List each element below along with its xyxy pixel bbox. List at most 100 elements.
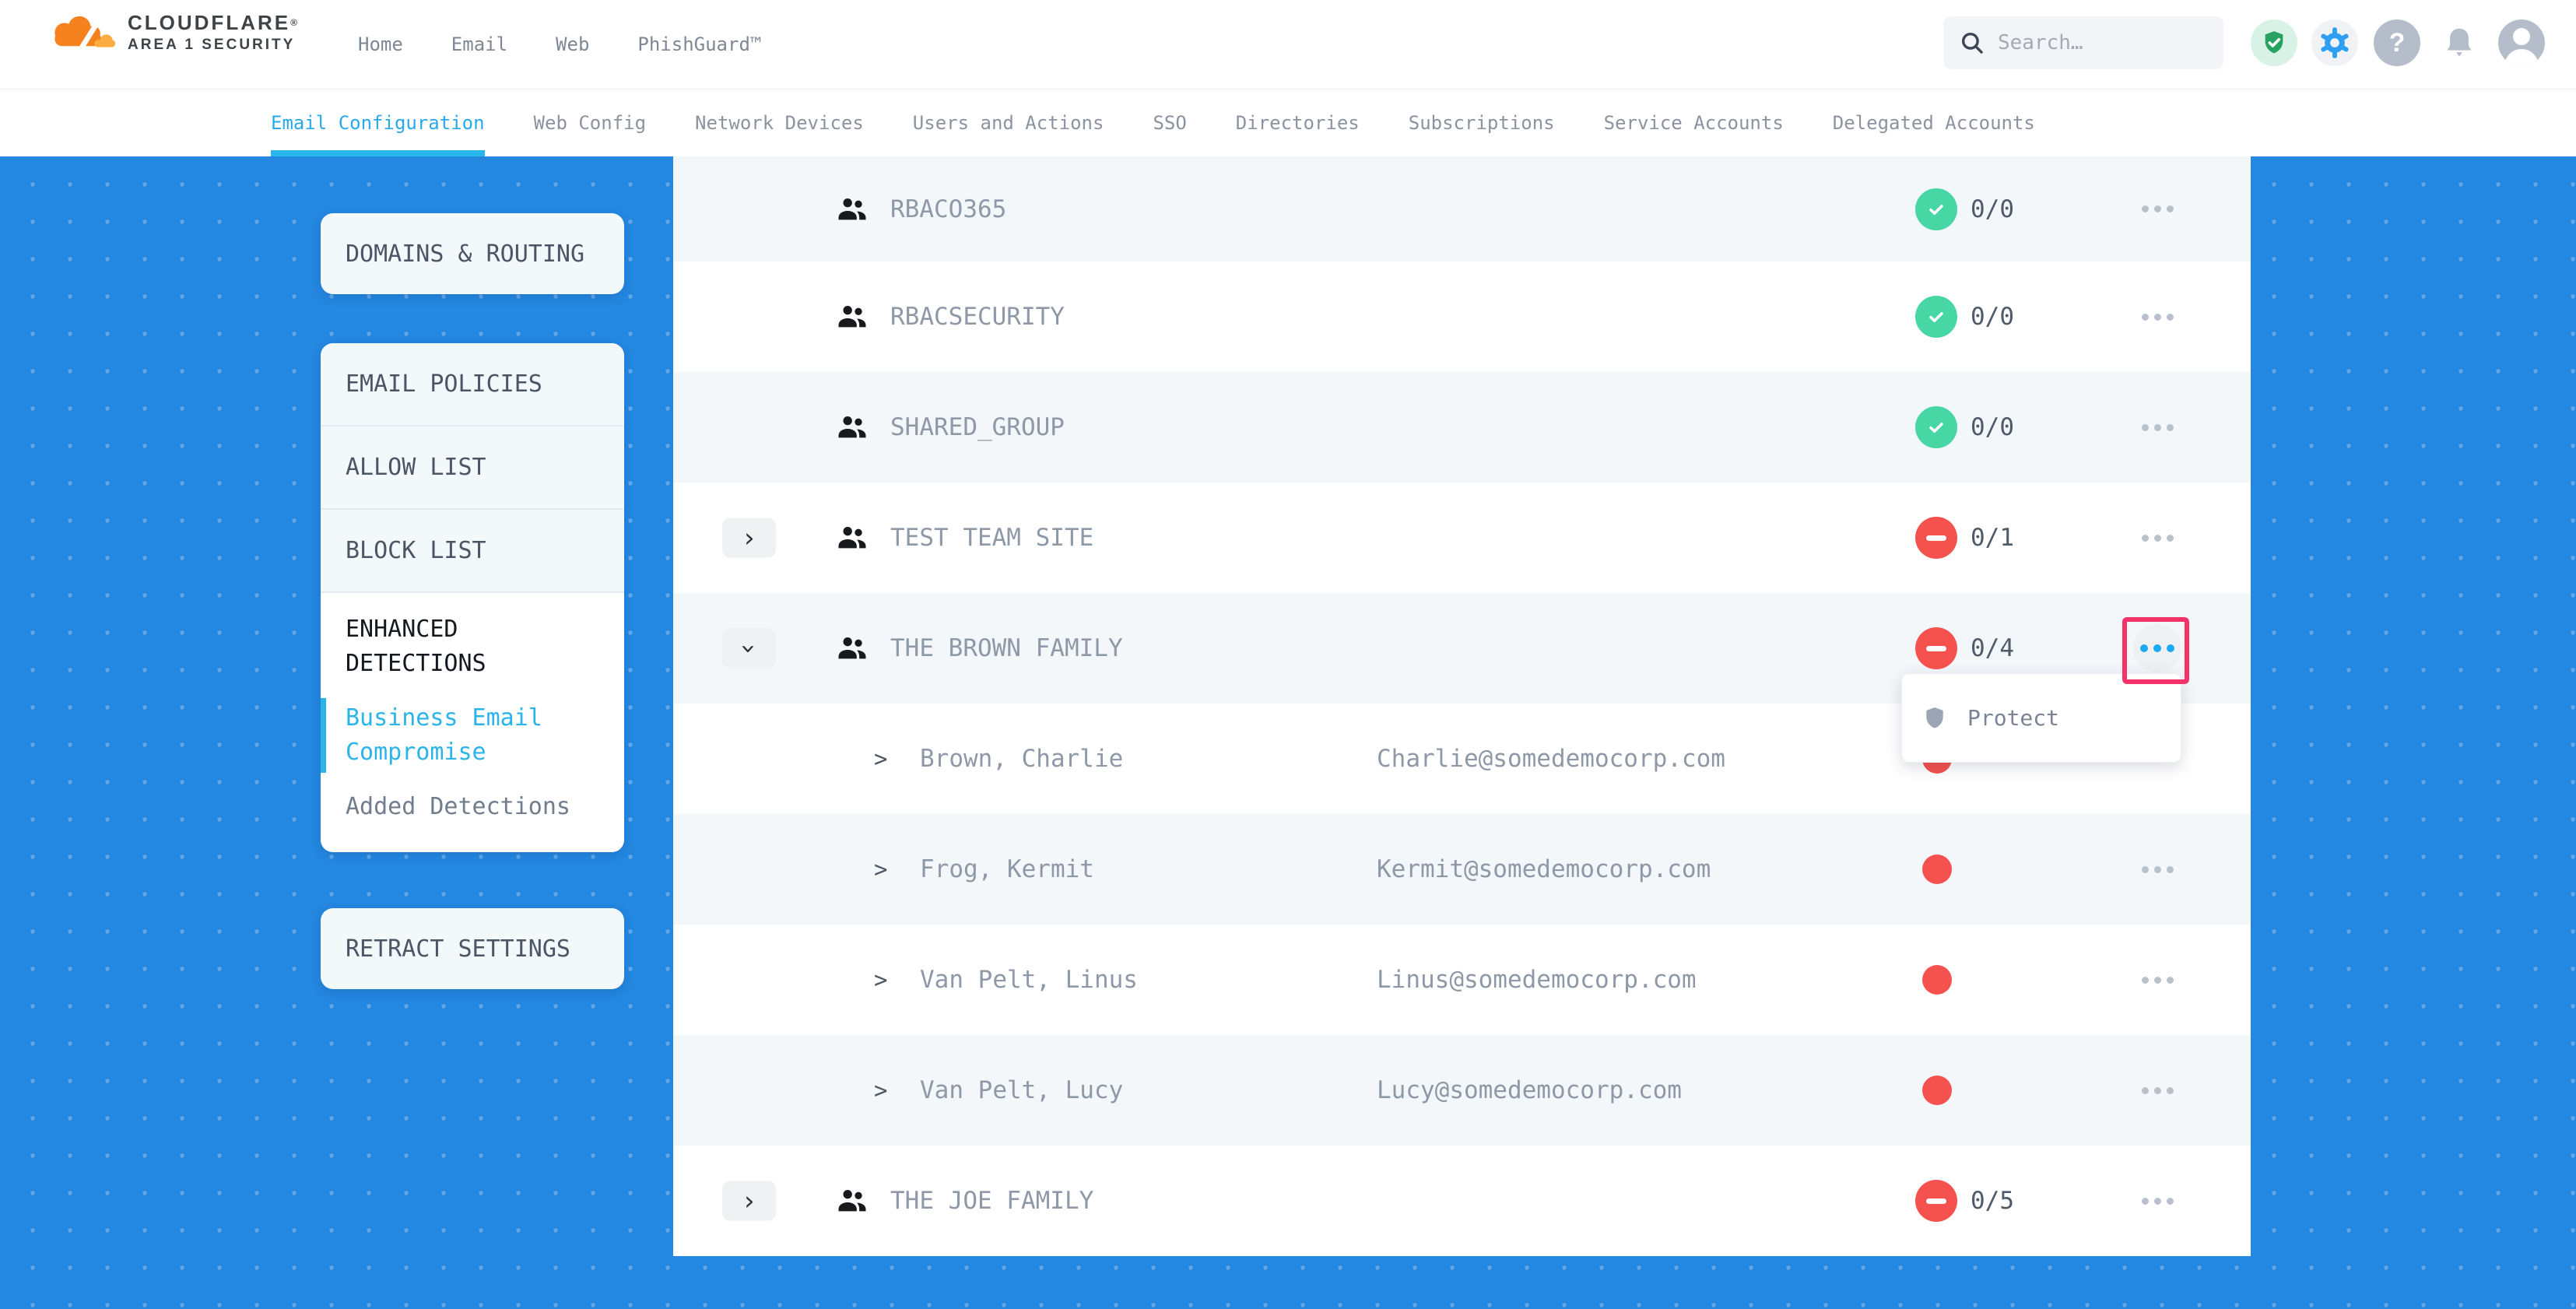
sidebar-item-block-list[interactable]: BLOCK LIST — [321, 510, 624, 593]
help-icon[interactable]: ? — [2374, 19, 2420, 66]
tab-sso[interactable]: SSO — [1153, 89, 1186, 156]
tab-service-accounts[interactable]: Service Accounts — [1604, 89, 1784, 156]
table-row: > Frog, Kermit Kermit@somedemocorp.com — [673, 814, 2251, 925]
member-name: Van Pelt, Linus — [920, 966, 1138, 994]
enhanced-detections-title: ENHANCED DETECTIONS — [346, 612, 588, 681]
group-name: RBACO365 — [890, 195, 1006, 223]
shield-check-icon[interactable] — [2251, 19, 2297, 66]
domains-routing-label: DOMAINS & ROUTING — [346, 240, 584, 268]
status-dot-unprotected — [1922, 855, 1952, 884]
chevron-right-icon[interactable]: > — [874, 856, 887, 883]
collapse-row-button[interactable]: › — [722, 629, 776, 669]
sidebar-item-added-detections[interactable]: Added Detections — [346, 790, 588, 824]
status-badge-unprotected — [1915, 517, 1957, 559]
chevron-right-icon[interactable]: > — [874, 967, 887, 993]
member-email: Kermit@somedemocorp.com — [1377, 855, 1711, 883]
group-name: SHARED_GROUP — [890, 413, 1065, 441]
retract-settings-label: RETRACT SETTINGS — [346, 935, 570, 963]
row-menu-button[interactable] — [2133, 956, 2181, 1004]
member-name: Frog, Kermit — [920, 855, 1094, 883]
allow-list-label: ALLOW LIST — [346, 454, 486, 481]
status-badge-protected — [1915, 296, 1957, 338]
logo-text: CLOUDFLARE® AREA 1 SECURITY — [128, 9, 300, 54]
table-row: RBACO365 0/0 — [673, 156, 2251, 261]
chevron-right-icon[interactable]: > — [874, 746, 887, 772]
sidebar-item-allow-list[interactable]: ALLOW LIST — [321, 426, 624, 510]
group-name: TEST TEAM SITE — [890, 524, 1093, 552]
group-icon — [837, 635, 868, 662]
chevron-right-icon: › — [741, 525, 756, 551]
group-name: RBACSECURITY — [890, 303, 1065, 331]
top-nav: Home Email Web PhishGuard™ — [358, 0, 761, 89]
status-badge-protected — [1915, 406, 1957, 448]
status-badge-unprotected — [1915, 627, 1957, 669]
row-menu-button[interactable] — [2133, 1066, 2181, 1114]
sidebar-policies-card: EMAIL POLICIES ALLOW LIST BLOCK LIST ENH… — [321, 343, 624, 852]
nav-link-web[interactable]: Web — [556, 33, 589, 55]
tab-subscriptions[interactable]: Subscriptions — [1409, 89, 1555, 156]
group-icon — [837, 1188, 868, 1214]
brand-name: CLOUDFLARE — [128, 11, 290, 34]
tab-delegated-accounts[interactable]: Delegated Accounts — [1833, 89, 2035, 156]
table-row: > Van Pelt, Lucy Lucy@somedemocorp.com — [673, 1035, 2251, 1146]
highlight-box — [2122, 617, 2189, 684]
sidebar-item-domains-routing[interactable]: DOMAINS & ROUTING — [321, 213, 624, 294]
row-menu-button[interactable] — [2133, 403, 2181, 451]
nav-link-home[interactable]: Home — [358, 33, 403, 55]
tab-users-and-actions[interactable]: Users and Actions — [913, 89, 1104, 156]
tab-email-configuration[interactable]: Email Configuration — [271, 89, 485, 156]
nav-link-email[interactable]: Email — [451, 33, 507, 55]
sidebar-item-email-policies[interactable]: EMAIL POLICIES — [321, 343, 624, 426]
row-menu-button[interactable] — [2133, 293, 2181, 341]
tab-web-config[interactable]: Web Config — [534, 89, 647, 156]
cloudflare-cloud-icon — [44, 12, 118, 52]
member-count: 0/0 — [1971, 413, 2014, 441]
table-row: › TEST TEAM SITE 0/1 — [673, 483, 2251, 593]
account-icon[interactable] — [2498, 19, 2545, 66]
minus-icon — [1926, 535, 1946, 541]
member-name: Van Pelt, Lucy — [920, 1076, 1123, 1104]
sidebar-item-retract-settings[interactable]: RETRACT SETTINGS — [321, 908, 624, 989]
group-icon — [837, 414, 868, 440]
row-menu-button[interactable] — [2133, 514, 2181, 562]
row-menu-button[interactable] — [2133, 185, 2181, 233]
bell-icon[interactable] — [2436, 19, 2483, 66]
status-dot-unprotected — [1922, 1076, 1952, 1105]
menu-item-protect[interactable]: Protect — [1967, 705, 2059, 731]
tab-network-devices[interactable]: Network Devices — [695, 89, 864, 156]
gear-icon[interactable] — [2311, 19, 2358, 66]
member-name: Brown, Charlie — [920, 745, 1123, 773]
expand-row-button[interactable]: › — [722, 518, 776, 558]
table-row: RBACSECURITY 0/0 — [673, 261, 2251, 372]
row-menu-button[interactable] — [2133, 1177, 2181, 1225]
member-count: 0/1 — [1971, 524, 2014, 552]
content-area: DOMAINS & ROUTING EMAIL POLICIES ALLOW L… — [0, 156, 2576, 1309]
tab-directories[interactable]: Directories — [1236, 89, 1360, 156]
row-context-menu: Protect — [1901, 673, 2181, 763]
table-row: › THE JOE FAMILY 0/5 — [673, 1146, 2251, 1256]
brand-subtitle: AREA 1 SECURITY — [128, 36, 300, 54]
status-dot-unprotected — [1922, 965, 1952, 995]
sidebar-item-business-email-compromise[interactable]: Business Email Compromise — [346, 701, 588, 770]
top-bar: CLOUDFLARE® AREA 1 SECURITY Home Email W… — [0, 0, 2576, 89]
registered-mark: ® — [290, 17, 300, 28]
search-icon — [1959, 30, 1985, 56]
chevron-right-icon[interactable]: > — [874, 1077, 887, 1104]
account-body-shape — [2504, 49, 2539, 66]
row-menu-button[interactable] — [2133, 845, 2181, 893]
help-glyph: ? — [2389, 28, 2406, 58]
member-count: 0/0 — [1971, 195, 2014, 223]
chevron-down-icon: › — [735, 640, 762, 656]
search-input[interactable] — [1998, 31, 2208, 54]
member-email: Linus@somedemocorp.com — [1377, 966, 1697, 994]
member-count: 0/5 — [1971, 1187, 2014, 1215]
member-email: Lucy@somedemocorp.com — [1377, 1076, 1682, 1104]
groups-table: RBACO365 0/0 RBACSECURITY 0/0 — [673, 156, 2251, 1256]
cloudflare-logo[interactable]: CLOUDFLARE® AREA 1 SECURITY — [44, 9, 300, 54]
nav-link-phishguard[interactable]: PhishGuard™ — [637, 33, 761, 55]
table-row: SHARED_GROUP 0/0 — [673, 372, 2251, 483]
member-email: Charlie@somedemocorp.com — [1377, 745, 1725, 773]
expand-row-button[interactable]: › — [722, 1181, 776, 1221]
status-badge-protected — [1915, 188, 1957, 230]
section-tab-bar: Email Configuration Web Config Network D… — [0, 89, 2576, 156]
